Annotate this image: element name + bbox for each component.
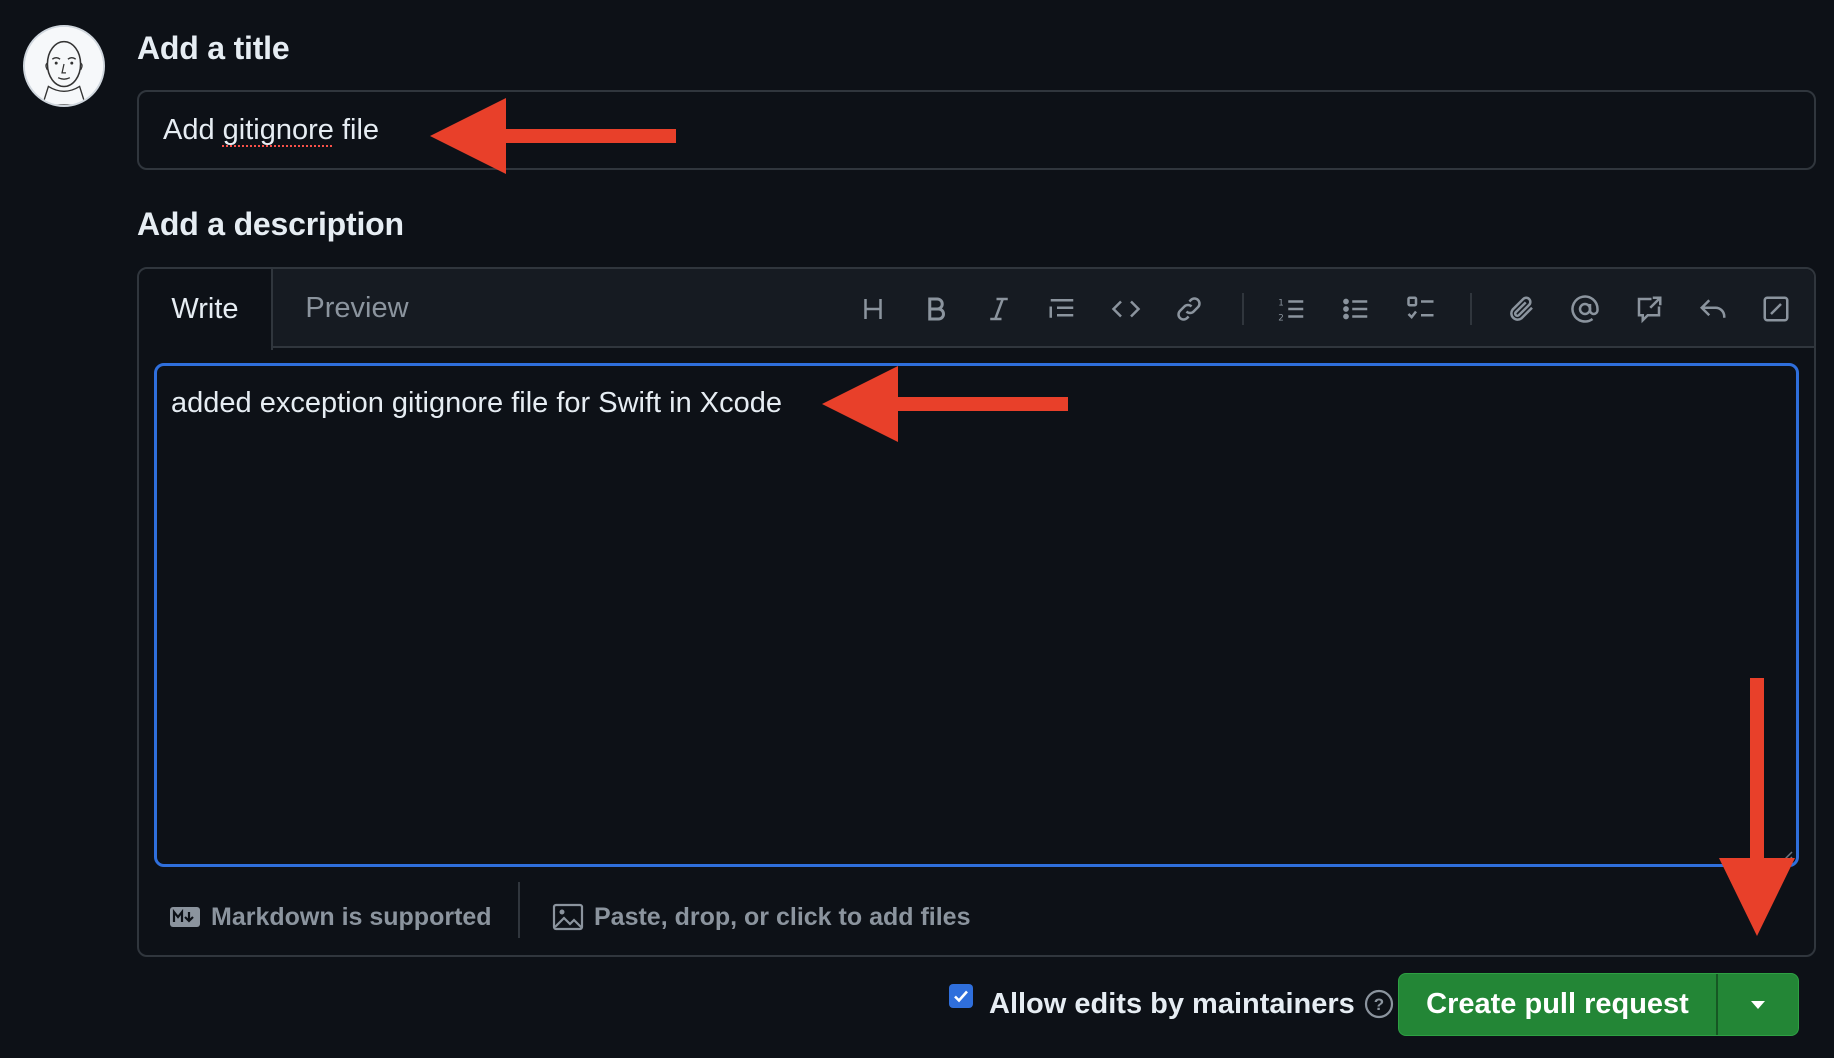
help-icon[interactable]: ? [1363,988,1395,1020]
create-options-dropdown[interactable] [1718,974,1798,1035]
avatar-face-icon [25,27,103,105]
fullscreen-icon[interactable] [1756,289,1796,329]
quote-icon[interactable] [1042,289,1082,329]
svg-text:2: 2 [1278,313,1284,323]
attach-file-icon[interactable] [1502,289,1542,329]
tab-preview[interactable]: Preview [277,269,437,348]
add-files-link[interactable]: Paste, drop, or click to add files [552,897,971,937]
ordered-list-icon[interactable]: 12 [1272,289,1312,329]
markdown-support-link[interactable]: Markdown is supported [169,897,492,937]
italic-icon[interactable] [979,289,1019,329]
link-icon[interactable] [1169,289,1209,329]
code-icon[interactable] [1106,289,1146,329]
add-files-label: Paste, drop, or click to add files [594,902,971,931]
bold-icon[interactable] [916,289,956,329]
undo-reply-icon[interactable] [1693,289,1733,329]
avatar[interactable] [23,25,105,107]
svg-text:?: ? [1374,995,1384,1014]
annotation-arrow-create [1719,678,1795,936]
footer-divider [518,882,520,938]
annotation-arrow-title [430,98,676,174]
description-label: Add a description [137,206,404,242]
svg-text:1: 1 [1278,298,1284,308]
create-pull-request-button[interactable]: Create pull request [1399,974,1718,1035]
unordered-list-icon[interactable] [1336,289,1376,329]
annotation-arrow-description [822,366,1068,442]
title-input[interactable]: Add gitignore file [137,90,1816,170]
checkmark-icon [954,990,968,1003]
markdown-support-label: Markdown is supported [211,902,492,931]
title-label: Add a title [137,30,290,66]
title-input-value[interactable]: Add gitignore file [163,114,379,147]
description-textarea-value[interactable]: added exception gitignore file for Swift… [171,387,782,420]
image-icon [552,903,584,931]
allow-edits-row: Allow edits by maintainers ? [949,983,1395,1025]
allow-edits-label[interactable]: Allow edits by maintainers [989,988,1355,1021]
editor-header: Write Preview 12 [139,269,1814,350]
toolbar-divider [1470,293,1472,325]
spellcheck-word: gitignore [222,114,334,146]
toolbar-divider [1242,293,1244,325]
heading-icon[interactable] [853,289,893,329]
create-pull-request-group: Create pull request [1398,973,1799,1036]
reference-icon[interactable] [1629,289,1669,329]
task-list-icon[interactable] [1401,289,1441,329]
tab-write[interactable]: Write [139,269,273,350]
mention-icon[interactable] [1565,289,1605,329]
allow-edits-checkbox[interactable] [949,984,973,1008]
markdown-icon [170,907,200,927]
chevron-down-icon [1751,1000,1765,1009]
